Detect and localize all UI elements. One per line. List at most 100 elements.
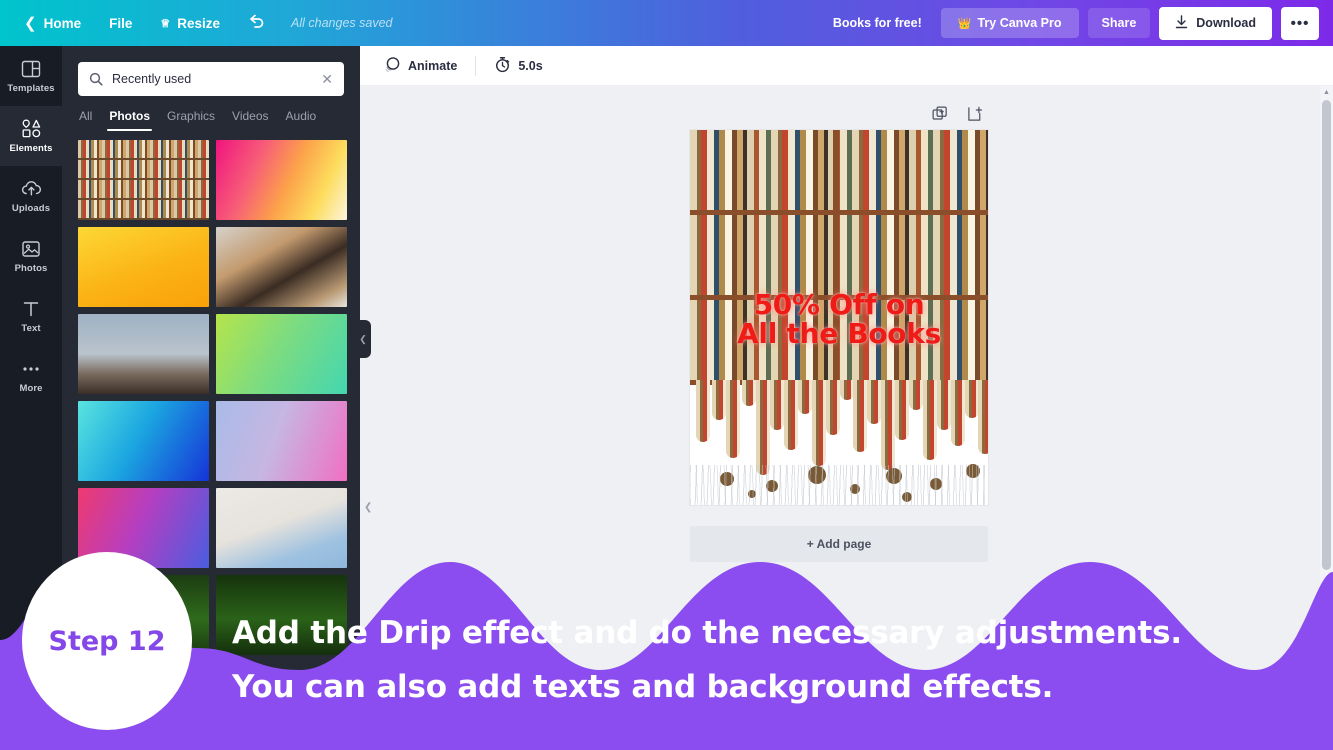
animate-label: Animate xyxy=(408,58,458,73)
animate-button[interactable]: Animate xyxy=(373,50,468,82)
chevron-left-icon[interactable]: ❮ xyxy=(364,502,372,513)
undo-button[interactable] xyxy=(234,8,279,39)
drip-strand xyxy=(770,380,784,430)
design-page[interactable]: 50% Off on All the Books xyxy=(690,130,988,505)
drip-strand xyxy=(937,380,951,430)
thumbnail-green-teal-gradient[interactable] xyxy=(216,314,347,394)
grass-texture xyxy=(690,465,988,505)
sidebar-label-templates: Templates xyxy=(7,83,55,94)
step-badge-label: Step 12 xyxy=(48,625,166,657)
caret-up-icon[interactable]: ▲ xyxy=(1320,86,1333,98)
undo-arrow-icon xyxy=(248,14,265,33)
drip-strand xyxy=(712,380,726,420)
drip-strand xyxy=(853,380,867,452)
sidebar-label-elements: Elements xyxy=(9,143,53,154)
tab-all[interactable]: All xyxy=(79,109,92,131)
file-menu-button[interactable]: File xyxy=(95,10,146,37)
tab-graphics[interactable]: Graphics xyxy=(167,109,215,131)
tab-videos[interactable]: Videos xyxy=(232,109,268,131)
panel-tabs: All Photos Graphics Videos Audio xyxy=(62,96,360,131)
sidebar-item-elements[interactable]: Elements xyxy=(0,106,62,166)
thumbnail-cyan-blue-gradient[interactable] xyxy=(78,401,209,481)
add-page-icon[interactable] xyxy=(967,106,984,128)
sidebar-item-templates[interactable]: Templates xyxy=(0,46,62,106)
sidebar-label-uploads: Uploads xyxy=(11,203,51,214)
thumbnail-pink-yellow-gradient[interactable] xyxy=(216,140,347,220)
sidebar-label-text: Text xyxy=(21,323,41,334)
drip-strand xyxy=(978,380,988,454)
drip-strand xyxy=(784,380,798,450)
drip-strand xyxy=(798,380,812,414)
home-label: Home xyxy=(43,15,82,31)
sidebar-label-more: More xyxy=(19,383,43,394)
canvas-scrollbar[interactable]: ▲ xyxy=(1320,86,1333,750)
photo-icon xyxy=(21,238,41,259)
thumbnail-periwinkle-pink-gradient[interactable] xyxy=(216,401,347,481)
duplicate-page-icon[interactable] xyxy=(932,106,949,128)
top-bar: ❮ Home File ♕ Resize All changes saved B… xyxy=(0,0,1333,46)
resize-button[interactable]: ♕ Resize xyxy=(146,10,234,37)
tutorial-caption-line-2: You can also add texts and background ef… xyxy=(232,668,1054,705)
bookshelf-thumbnail-art xyxy=(78,140,209,220)
sidebar-item-text[interactable]: Text xyxy=(0,286,62,346)
bookshelf-shelf xyxy=(78,200,209,220)
drip-strand xyxy=(895,380,909,440)
search-input[interactable]: Recently used ✕ xyxy=(78,62,344,96)
drip-strand xyxy=(726,380,740,458)
drip-strand xyxy=(756,380,770,475)
drip-strand xyxy=(812,380,826,466)
sidebar-item-more[interactable]: More xyxy=(0,346,62,406)
chevron-left-icon: ❮ xyxy=(359,333,367,344)
close-x-icon[interactable]: ✕ xyxy=(321,72,333,86)
books-for-free-link[interactable]: Books for free! xyxy=(823,9,932,37)
save-status-text: All changes saved xyxy=(291,16,393,30)
drip-strand xyxy=(965,380,979,418)
search-input-value: Recently used xyxy=(112,72,192,86)
promo-headline-line-2: All the Books xyxy=(737,317,941,351)
search-area: Recently used ✕ xyxy=(62,46,360,96)
elements-icon xyxy=(21,118,42,139)
timer-icon xyxy=(494,56,511,76)
add-page-button[interactable]: + Add page xyxy=(690,526,988,562)
page-duration-button[interactable]: 5.0s xyxy=(483,50,553,82)
drip-strand xyxy=(742,380,756,406)
top-bar-left-group: ❮ Home File ♕ Resize All changes saved xyxy=(10,8,392,39)
share-button[interactable]: Share xyxy=(1087,8,1151,38)
crown-icon: ♕ xyxy=(160,17,171,30)
thumbnail-bookshelf-photo[interactable] xyxy=(78,140,209,220)
step-badge: Step 12 xyxy=(22,552,192,730)
sidebar-label-photos: Photos xyxy=(14,263,48,274)
bookshelf-shelf xyxy=(78,140,209,160)
cloud-upload-icon xyxy=(21,178,42,199)
thumbnail-orange-gradient[interactable] xyxy=(78,227,209,307)
try-canva-pro-button[interactable]: 👑 Try Canva Pro xyxy=(940,8,1079,38)
sidebar-item-uploads[interactable]: Uploads xyxy=(0,166,62,226)
thumbnail-woman-on-phone-photo[interactable] xyxy=(216,488,347,568)
chevron-left-icon: ❮ xyxy=(24,14,37,32)
promo-headline[interactable]: 50% Off on All the Books xyxy=(690,290,988,349)
thumbnail-mountain-dusk-photo[interactable] xyxy=(78,314,209,394)
more-options-button[interactable]: ••• xyxy=(1281,6,1319,40)
page-tools xyxy=(932,106,984,128)
drip-strand xyxy=(826,380,840,435)
page-duration-label: 5.0s xyxy=(518,58,543,73)
home-button[interactable]: ❮ Home xyxy=(10,10,95,37)
panel-collapse-button[interactable]: ❮ xyxy=(355,320,371,358)
try-canva-pro-label: Try Canva Pro xyxy=(977,16,1062,30)
drip-strand xyxy=(951,380,965,446)
tab-photos[interactable]: Photos xyxy=(107,109,152,131)
sidebar-item-photos[interactable]: Photos xyxy=(0,226,62,286)
tab-audio[interactable]: Audio xyxy=(286,109,317,131)
bookshelf-shelf xyxy=(78,180,209,200)
scrollbar-thumb[interactable] xyxy=(1322,100,1331,570)
tutorial-caption: Add the Drip effect and do the necessary… xyxy=(232,607,1182,714)
bookshelf-shelf xyxy=(78,160,209,180)
editor-toolbar: Animate 5.0s xyxy=(360,46,1333,86)
ellipsis-icon xyxy=(21,358,41,379)
download-button[interactable]: Download xyxy=(1159,6,1272,40)
search-icon xyxy=(89,72,103,86)
crown-icon: 👑 xyxy=(957,17,972,30)
thumbnail-headphones-desk-photo[interactable] xyxy=(216,227,347,307)
tutorial-caption-line-1: Add the Drip effect and do the necessary… xyxy=(232,615,1182,652)
drip-strand xyxy=(909,380,923,410)
